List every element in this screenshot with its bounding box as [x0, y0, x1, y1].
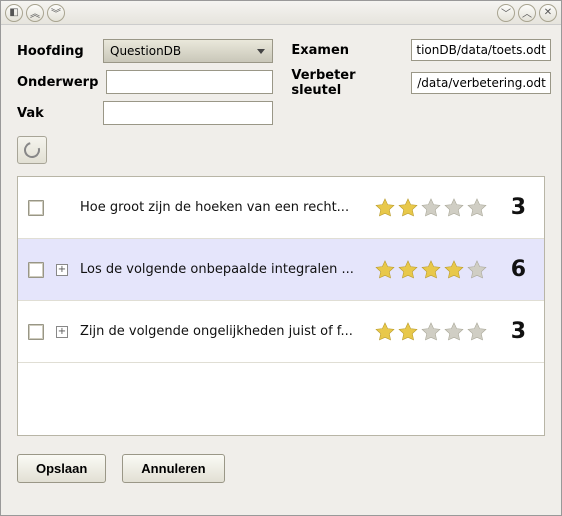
- cancel-button[interactable]: Annuleren: [122, 454, 224, 483]
- collapse-down-icon[interactable]: ︾: [47, 4, 65, 22]
- star-icon: [420, 321, 442, 343]
- question-text: Hoe groot zijn de hoeken van een recht..…: [80, 200, 362, 215]
- row-checkbox[interactable]: [28, 262, 44, 278]
- question-row[interactable]: + Zijn de volgende ongelijkheden juist of…: [18, 301, 544, 363]
- star-icon: [466, 259, 488, 281]
- star-icon: [397, 321, 419, 343]
- rating-stars[interactable]: [374, 321, 488, 343]
- onderwerp-label: Onderwerp: [17, 75, 98, 90]
- hoofding-label: Hoofding: [17, 44, 95, 59]
- expand-icon[interactable]: +: [56, 264, 68, 276]
- save-button[interactable]: Opslaan: [17, 454, 106, 483]
- star-icon: [420, 197, 442, 219]
- content: Hoofding QuestionDB Onderwerp Vak Examen…: [1, 25, 561, 493]
- star-icon: [443, 321, 465, 343]
- row-checkbox[interactable]: [28, 200, 44, 216]
- form-grid: Hoofding QuestionDB Onderwerp Vak Examen…: [17, 39, 545, 132]
- star-icon: [374, 197, 396, 219]
- question-list: Hoe groot zijn de hoeken van een recht..…: [17, 176, 545, 436]
- star-icon: [420, 259, 442, 281]
- star-icon: [397, 197, 419, 219]
- refresh-icon: [21, 139, 43, 161]
- verbeter-label: Verbeter sleutel: [291, 68, 403, 98]
- titlebar: ◧ ︽ ︾ ﹀ ︿ ✕: [1, 1, 561, 25]
- rating-stars[interactable]: [374, 259, 488, 281]
- window: ◧ ︽ ︾ ﹀ ︿ ✕ Hoofding QuestionDB Onderwer…: [0, 0, 562, 516]
- vak-input[interactable]: [103, 101, 273, 125]
- question-count: 3: [500, 195, 526, 220]
- star-icon: [397, 259, 419, 281]
- question-count: 3: [500, 319, 526, 344]
- question-count: 6: [500, 257, 526, 282]
- collapse-up-icon[interactable]: ︽: [26, 4, 44, 22]
- rating-stars[interactable]: [374, 197, 488, 219]
- star-icon: [443, 259, 465, 281]
- verbeter-field[interactable]: /data/verbetering.odt: [411, 72, 550, 94]
- examen-label: Examen: [291, 43, 403, 58]
- star-icon: [443, 197, 465, 219]
- hoofding-select[interactable]: QuestionDB: [103, 39, 273, 63]
- close-icon[interactable]: ✕: [539, 4, 557, 22]
- question-row[interactable]: + Los de volgende onbepaalde integralen .…: [18, 239, 544, 301]
- question-text: Los de volgende onbepaalde integralen ..…: [80, 262, 362, 277]
- star-icon: [374, 259, 396, 281]
- star-icon: [466, 321, 488, 343]
- examen-field[interactable]: tionDB/data/toets.odt: [411, 39, 550, 61]
- refresh-button[interactable]: [17, 136, 47, 164]
- expand-icon[interactable]: +: [56, 326, 68, 338]
- window-icon[interactable]: ◧: [5, 4, 23, 22]
- question-text: Zijn de volgende ongelijkheden juist of …: [80, 324, 362, 339]
- onderwerp-input[interactable]: [106, 70, 273, 94]
- maximize-icon[interactable]: ︿: [518, 4, 536, 22]
- row-checkbox[interactable]: [28, 324, 44, 340]
- star-icon: [466, 197, 488, 219]
- star-icon: [374, 321, 396, 343]
- question-row[interactable]: Hoe groot zijn de hoeken van een recht..…: [18, 177, 544, 239]
- vak-label: Vak: [17, 106, 95, 121]
- minimize-icon[interactable]: ﹀: [497, 4, 515, 22]
